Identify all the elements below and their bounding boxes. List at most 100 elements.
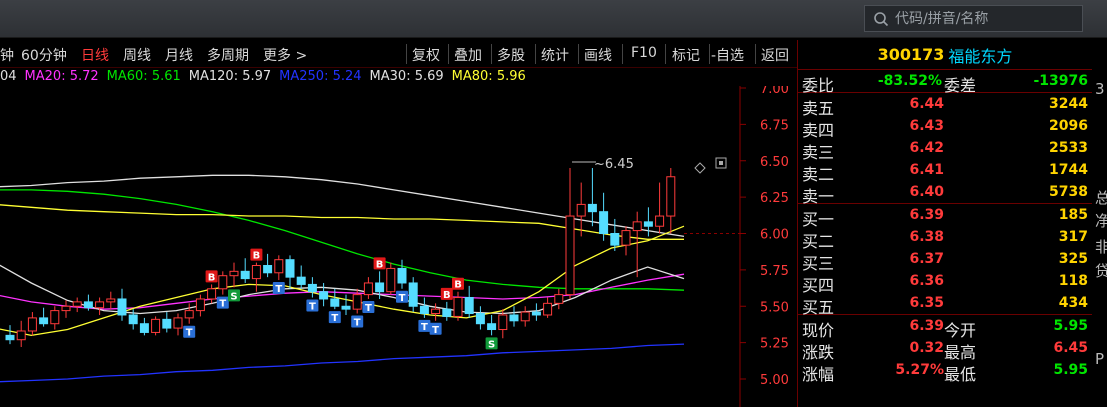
kline-chart[interactable]: 7.00 6.75 6.50 6.25 6.00 5.75 5.50 5.25 5.00 ~6.4… bbox=[0, 86, 797, 407]
candle-body bbox=[330, 298, 340, 307]
candle-body bbox=[509, 314, 519, 322]
signal-marker-label: T bbox=[399, 293, 406, 304]
candle-body bbox=[565, 215, 575, 296]
y-tick-label: 6.75 bbox=[760, 118, 789, 133]
candle-body bbox=[363, 282, 373, 296]
quote-label: 涨幅 bbox=[802, 365, 835, 384]
quote-value-2: 5.95 bbox=[1053, 362, 1088, 378]
candle-body bbox=[520, 311, 530, 322]
remove-watchlist-button[interactable]: -自选 bbox=[711, 45, 744, 65]
asks-volume: 2096 bbox=[1049, 118, 1088, 134]
y-tick-label: 6.50 bbox=[760, 155, 789, 170]
bids-row[interactable]: 买五 6.35 434 bbox=[798, 292, 1092, 317]
y-tick-label: 5.50 bbox=[760, 300, 789, 315]
period-more[interactable]: 更多 > bbox=[263, 45, 307, 65]
ma-line-ma10 bbox=[0, 225, 685, 337]
candle-body bbox=[50, 310, 60, 325]
asks-row[interactable]: 卖五 6.44 3244 bbox=[798, 93, 1092, 118]
candle-body bbox=[106, 298, 116, 303]
candle-body bbox=[251, 265, 261, 280]
bids-row[interactable]: 买三 6.37 325 bbox=[798, 248, 1092, 273]
signal-marker-label: T bbox=[432, 325, 439, 336]
ma-legend-item: 04 bbox=[0, 69, 17, 84]
candle-body bbox=[72, 301, 82, 307]
divider bbox=[535, 44, 536, 64]
period-weekly[interactable]: 周线 bbox=[123, 45, 151, 65]
candle-body bbox=[397, 267, 407, 284]
panel-toggle-icon-inner bbox=[719, 161, 723, 165]
mark-button[interactable]: 标记 bbox=[672, 45, 700, 65]
candle-body bbox=[83, 301, 93, 309]
back-button[interactable]: 返回 bbox=[761, 45, 789, 65]
overlay-button[interactable]: 叠加 bbox=[454, 45, 482, 65]
asks-row[interactable]: 卖四 6.43 2096 bbox=[798, 115, 1092, 140]
asks-price: 6.40 bbox=[909, 184, 944, 200]
asks-volume: 1744 bbox=[1049, 162, 1088, 178]
candle-body bbox=[621, 230, 631, 246]
candle-body bbox=[341, 305, 351, 310]
candle-body bbox=[128, 314, 138, 325]
divider bbox=[578, 44, 579, 64]
stock-header: 300173 福能东方 bbox=[798, 40, 1092, 70]
edge-glyph: P bbox=[1095, 350, 1105, 368]
quote-value: 6.39 bbox=[909, 318, 944, 334]
y-tick-label: 5.25 bbox=[760, 337, 789, 352]
bids-row[interactable]: 买二 6.38 317 bbox=[798, 226, 1092, 251]
candle-body bbox=[173, 317, 183, 329]
signal-marker-label: T bbox=[275, 284, 282, 295]
period-60min[interactable]: 60分钟 bbox=[21, 45, 67, 65]
edge-glyph: 3 bbox=[1095, 80, 1105, 98]
candle-body bbox=[285, 259, 295, 278]
candle-body bbox=[576, 203, 586, 217]
adjust-button[interactable]: 复权 bbox=[412, 45, 440, 65]
quote-value: 5.27% bbox=[895, 362, 944, 378]
quote-row: 涨幅 5.27% 最低 5.95 bbox=[798, 359, 1092, 384]
search-input[interactable] bbox=[895, 10, 1075, 27]
bids-volume: 434 bbox=[1058, 295, 1088, 311]
bids-price: 6.36 bbox=[909, 273, 944, 289]
bids-price: 6.37 bbox=[909, 251, 944, 267]
quote-panel: 300173 福能东方 委比 -83.52% 委差 -13976 卖五 6.44 3… bbox=[797, 40, 1092, 407]
divider bbox=[448, 44, 449, 64]
bid-list: 买一 6.39 185 买二 6.38 317 买三 6.37 325 买四 6.36 118 买五 6.… bbox=[798, 204, 1092, 317]
period-monthly[interactable]: 月线 bbox=[165, 45, 193, 65]
f10-button[interactable]: F10 bbox=[631, 45, 657, 61]
candle-body bbox=[274, 259, 284, 274]
signal-marker-label: T bbox=[354, 318, 361, 329]
search-box[interactable] bbox=[864, 5, 1083, 32]
candle-body bbox=[61, 305, 71, 312]
asks-row[interactable]: 卖一 6.40 5738 bbox=[798, 181, 1092, 206]
weibi-value: -83.52% bbox=[877, 73, 942, 89]
stock-name[interactable]: 福能东方 bbox=[948, 43, 1012, 67]
candle-body bbox=[263, 265, 273, 274]
y-tick-label: 7.00 bbox=[760, 86, 789, 97]
asks-row[interactable]: 卖二 6.41 1744 bbox=[798, 159, 1092, 184]
draw-line-button[interactable]: 画线 bbox=[584, 45, 612, 65]
top-bar bbox=[0, 0, 1107, 38]
divider bbox=[665, 44, 666, 64]
bids-row[interactable]: 买四 6.36 118 bbox=[798, 270, 1092, 295]
weicha-value: -13976 bbox=[1033, 73, 1088, 89]
edge-glyph: 非 bbox=[1095, 238, 1107, 256]
candle-body bbox=[16, 330, 26, 341]
bids-row[interactable]: 买一 6.39 185 bbox=[798, 204, 1092, 229]
ma-line-ma250 bbox=[0, 343, 685, 383]
period-multi[interactable]: 多周期 bbox=[207, 45, 249, 65]
bids-price: 6.35 bbox=[909, 295, 944, 311]
ma-legend-item: MA60: 5.61 bbox=[106, 69, 181, 84]
period-daily[interactable]: 日线 bbox=[81, 45, 109, 65]
signal-marker-label: S bbox=[230, 291, 237, 302]
divider bbox=[491, 44, 492, 64]
candle-body bbox=[610, 233, 620, 246]
asks-volume: 2533 bbox=[1049, 140, 1088, 156]
asks-price: 6.44 bbox=[909, 96, 944, 112]
asks-row[interactable]: 卖三 6.42 2533 bbox=[798, 137, 1092, 162]
period-partial[interactable]: 钟 bbox=[0, 45, 14, 65]
multi-stock-button[interactable]: 多股 bbox=[497, 45, 525, 65]
stats-button[interactable]: 统计 bbox=[541, 45, 569, 65]
asks-price: 6.42 bbox=[909, 140, 944, 156]
ma-legend-item: MA20: 5.72 bbox=[24, 69, 99, 84]
ma-legend-item: MA120: 5.97 bbox=[188, 69, 272, 84]
candle-body bbox=[218, 275, 228, 290]
candle-body bbox=[95, 301, 105, 309]
